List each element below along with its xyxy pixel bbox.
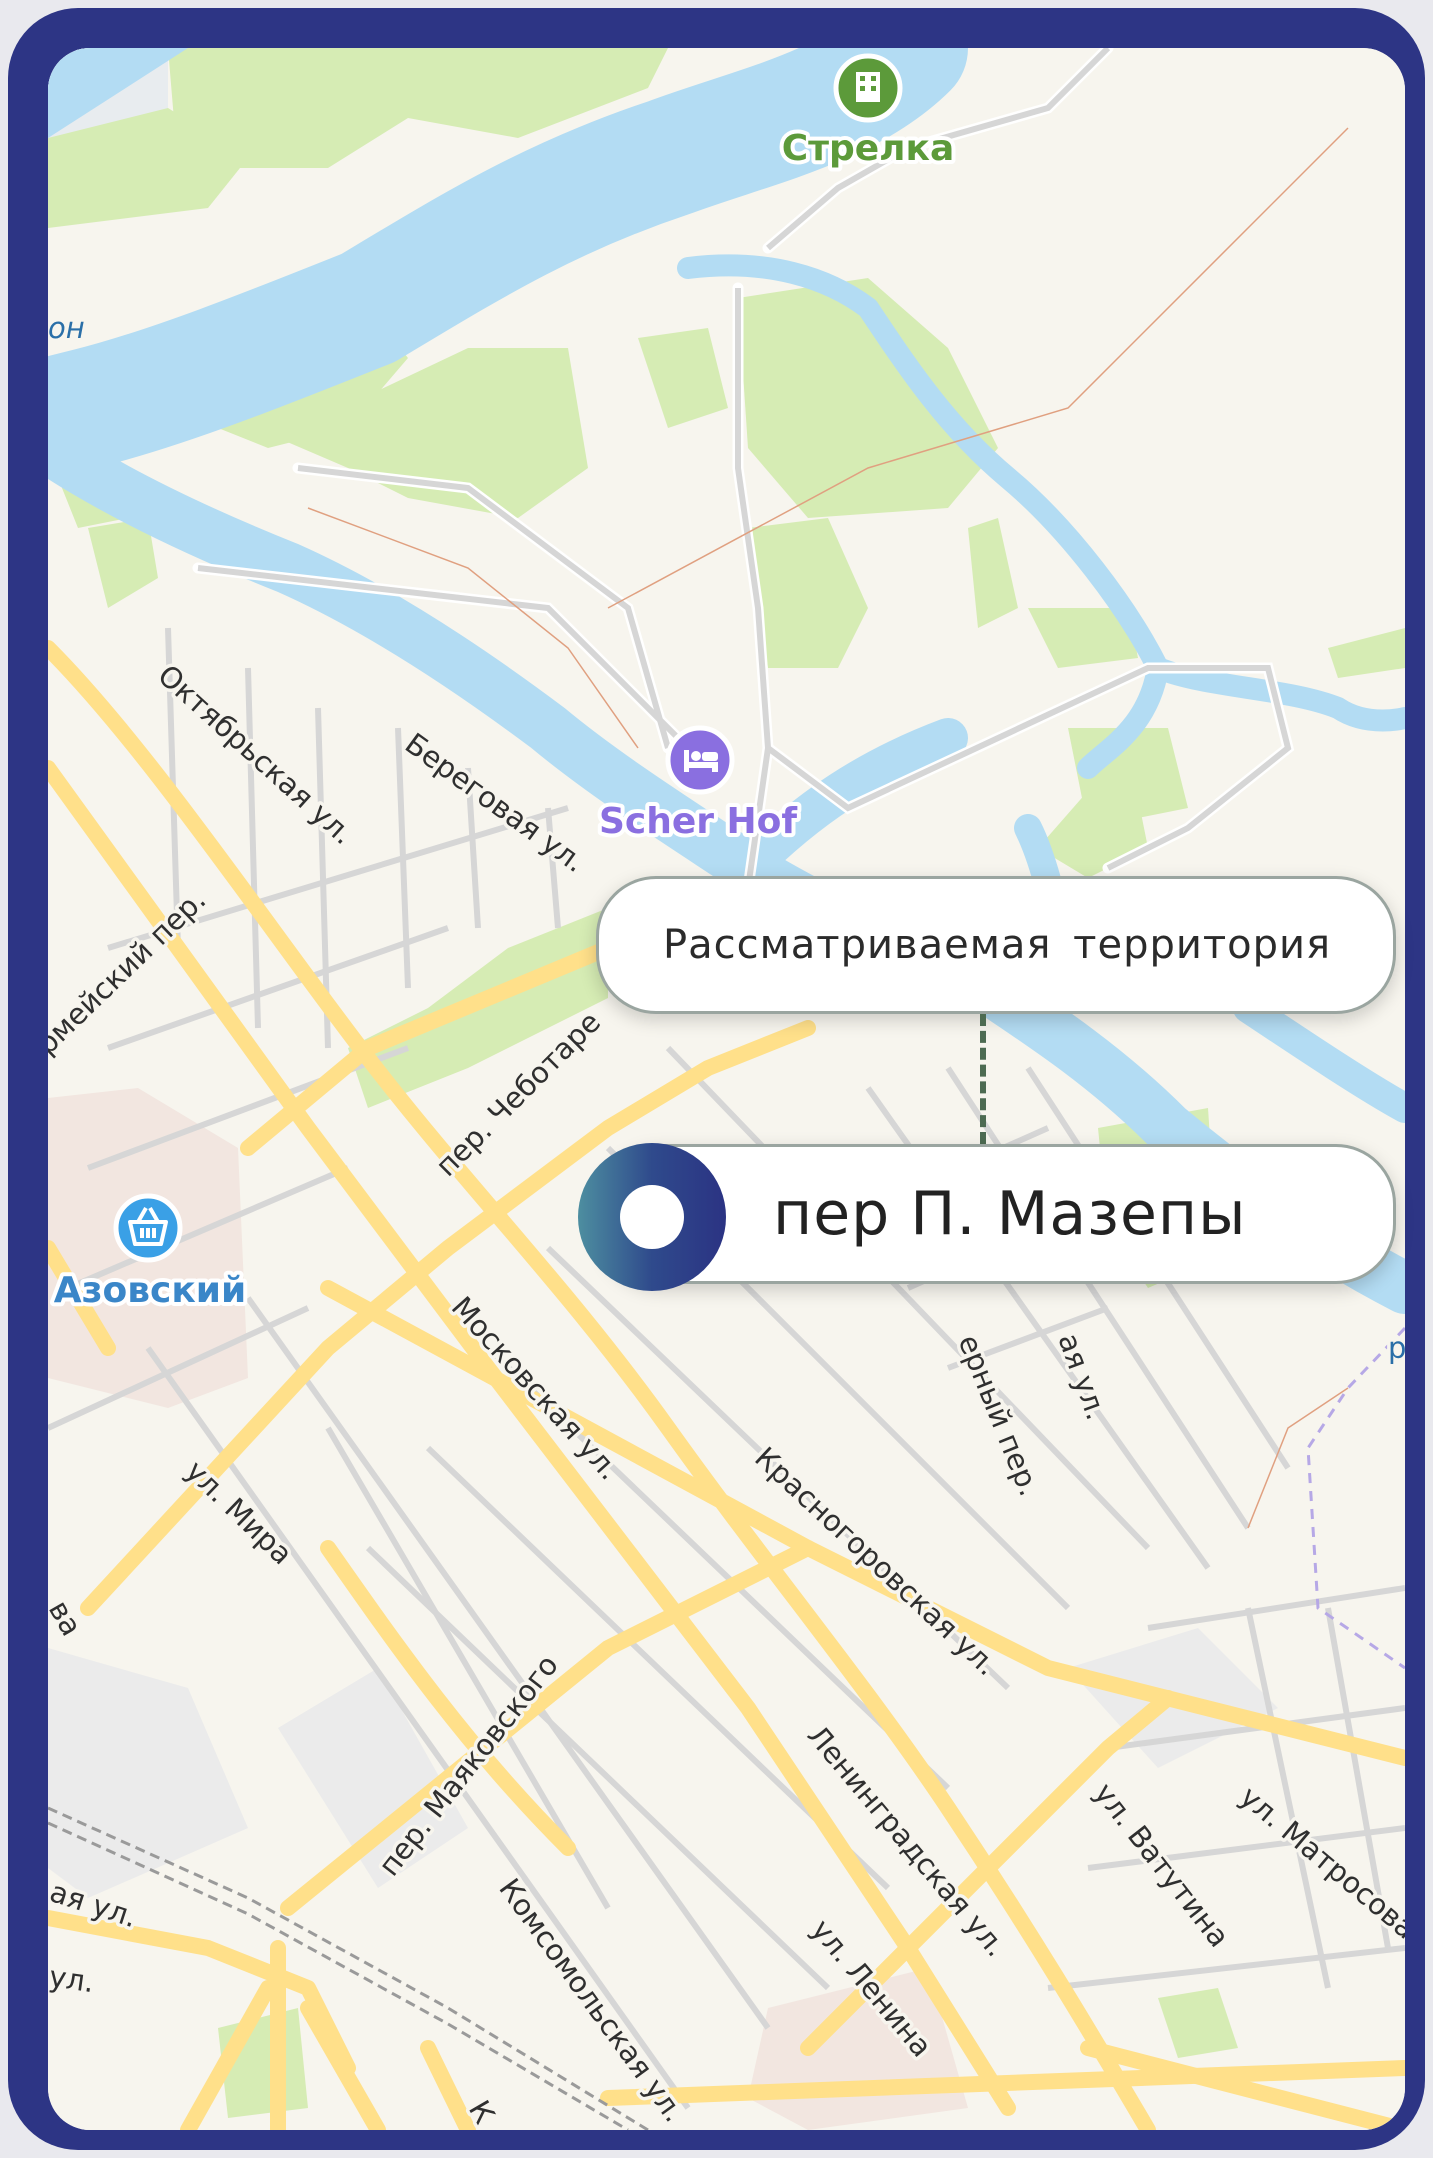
water-label-on: он <box>48 311 85 345</box>
poi-label-strelka: Стрелка <box>782 128 955 169</box>
callout-connector-line <box>980 1014 986 1144</box>
location-marker-dot <box>620 1185 684 1249</box>
address-callout-label: пер П. Мазепы <box>773 1179 1247 1249</box>
poi-label-scher-hof: Scher Hof <box>599 801 797 842</box>
bed-icon <box>665 725 735 795</box>
map-view[interactable]: Октябрьская ул. Береговая ул. рмейский п… <box>48 48 1405 2130</box>
street-label-partial-ul-3: ул. <box>48 1959 96 1999</box>
territory-callout-label: Рассматриваемая территория <box>663 922 1332 968</box>
territory-callout: Рассматриваемая территория <box>596 876 1396 1014</box>
building-icon-body <box>856 72 880 102</box>
location-marker[interactable] <box>578 1143 726 1291</box>
water-label-r: р <box>1388 1331 1405 1365</box>
poi-label-azovsky: Азовский <box>54 1270 247 1311</box>
map-frame: Октябрьская ул. Береговая ул. рмейский п… <box>8 8 1425 2150</box>
map-canvas[interactable]: Октябрьская ул. Береговая ул. рмейский п… <box>48 48 1405 2130</box>
